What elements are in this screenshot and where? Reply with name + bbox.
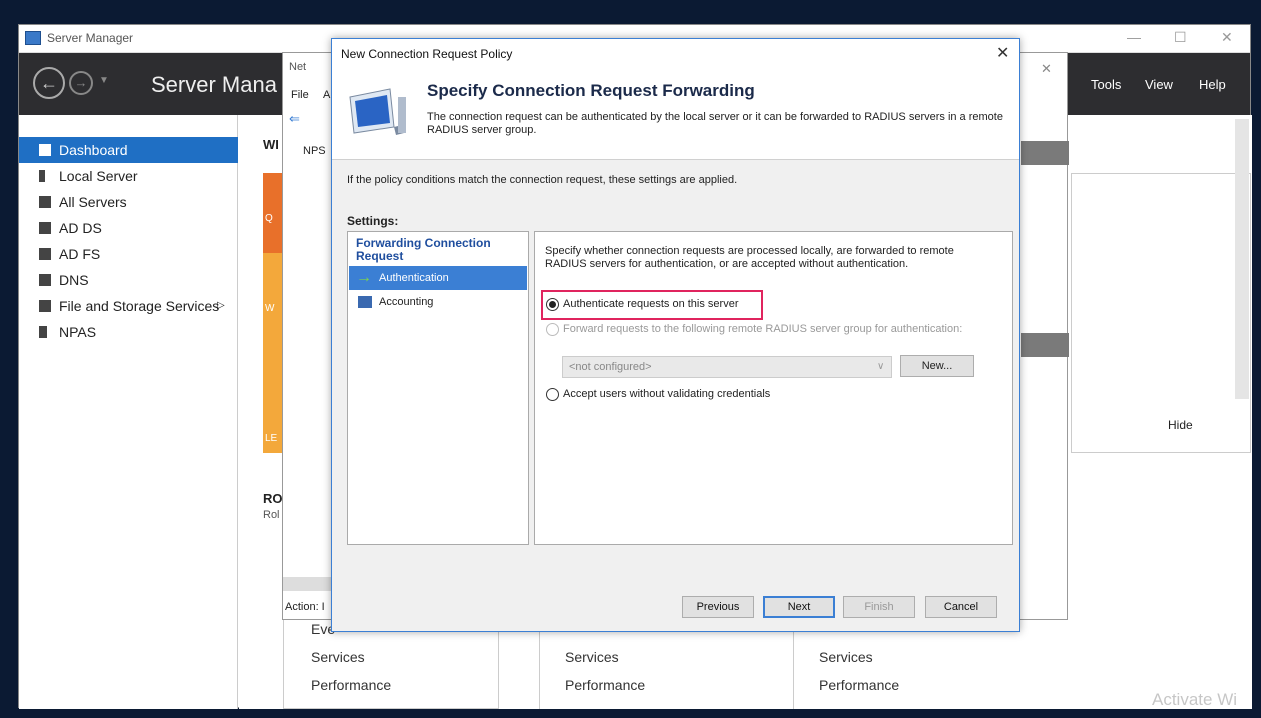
sidebar-item-label: File and Storage Services (59, 298, 220, 314)
hide-panel: Hide (1071, 173, 1251, 453)
nav-item-label: Authentication (379, 272, 449, 284)
sidebar-item-label: Dashboard (59, 142, 128, 158)
forwarding-heading: Forwarding Connection Request (356, 236, 491, 263)
ad-ds-icon (39, 222, 51, 234)
nav-item-accounting[interactable]: Accounting (349, 290, 527, 314)
nps-column-header-2 (1021, 333, 1069, 357)
authentication-description: Specify whether connection requests are … (545, 245, 954, 270)
sidebar-item-label: All Servers (59, 194, 127, 210)
npas-icon (39, 326, 47, 338)
forward-arrow-icon[interactable]: → (69, 71, 93, 95)
cancel-button[interactable]: Cancel (925, 596, 997, 618)
sidebar-item-label: AD FS (59, 246, 101, 262)
next-button[interactable]: Next (763, 596, 835, 618)
menu-help[interactable]: Help (1199, 77, 1226, 92)
policy-info-text: If the policy conditions match the conne… (347, 174, 738, 186)
previous-button[interactable]: Previous (682, 596, 754, 618)
roles-sub-fragment: Rol (263, 509, 280, 521)
nps-menu-action[interactable]: A (323, 89, 330, 101)
performance-link-2[interactable]: Performance (565, 677, 645, 693)
dialog-header: New Connection Request Policy ✕ Specify … (332, 39, 1019, 159)
activation-watermark: Activate Wi (1152, 690, 1238, 709)
sidebar-item-dns[interactable]: DNS (19, 267, 238, 293)
server-group-value: <not configured> (569, 361, 652, 373)
sidebar-item-label: DNS (59, 272, 89, 288)
services-link-3[interactable]: Services (819, 649, 873, 665)
nav-item-label: Accounting (379, 296, 434, 308)
services-link-2[interactable]: Services (565, 649, 619, 665)
ad-fs-icon (39, 248, 51, 260)
sidebar: Dashboard Local Server All Servers AD DS… (19, 115, 238, 709)
menu-view[interactable]: View (1145, 77, 1173, 92)
nps-column-header (1021, 141, 1069, 165)
maximize-icon[interactable]: ☐ (1174, 29, 1187, 46)
nav-item-authentication[interactable]: → Authentication (349, 266, 527, 290)
new-connection-request-policy-dialog: New Connection Request Policy ✕ Specify … (331, 38, 1020, 632)
dialog-close-icon[interactable]: ✕ (996, 43, 1009, 63)
radio-forward-requests[interactable] (546, 323, 559, 336)
computer-monitor-icon (349, 88, 406, 135)
menu-tools[interactable]: Tools (1091, 77, 1121, 92)
sidebar-item-label: AD DS (59, 220, 102, 236)
dialog-heading: Specify Connection Request Forwarding (427, 81, 755, 100)
sidebar-item-npas[interactable]: NPAS (19, 319, 238, 345)
server-manager-icon (25, 31, 41, 45)
header-divider (332, 159, 1019, 160)
hide-link[interactable]: Hide (1168, 418, 1193, 432)
services-link-1[interactable]: Services (311, 649, 365, 665)
sidebar-item-file-storage[interactable]: File and Storage Services ▷ (19, 293, 238, 319)
back-arrow-icon[interactable]: ← (33, 67, 65, 99)
roles-heading-fragment: RO (263, 491, 283, 506)
nps-tree-root[interactable]: NPS (303, 145, 326, 157)
performance-link-3[interactable]: Performance (819, 677, 899, 693)
dns-icon (39, 274, 51, 286)
finish-button[interactable]: Finish (843, 596, 915, 618)
settings-label: Settings: (347, 214, 399, 228)
new-server-group-button[interactable]: New... (900, 355, 974, 377)
whats-new-tile: W LE (263, 253, 283, 453)
chevron-right-icon: ▷ (217, 300, 225, 311)
radio-label-accept-without-validation[interactable]: Accept users without validating credenti… (563, 388, 770, 400)
sidebar-item-label: NPAS (59, 324, 97, 340)
sidebar-item-ad-fs[interactable]: AD FS (19, 241, 238, 267)
sidebar-item-dashboard[interactable]: Dashboard (19, 137, 238, 163)
file-storage-icon (39, 300, 51, 312)
sidebar-item-local-server[interactable]: Local Server (19, 163, 238, 189)
nps-close-icon[interactable]: ✕ (1041, 61, 1052, 77)
sidebar-item-all-servers[interactable]: All Servers (19, 189, 238, 215)
dialog-description: The connection request can be authentica… (427, 111, 1003, 136)
nps-status-action: Action: I (285, 601, 325, 613)
dialog-title: New Connection Request Policy (341, 47, 513, 61)
servers-icon (39, 196, 51, 208)
nps-hscrollbar[interactable] (283, 577, 333, 591)
nav-dropdown-icon[interactable]: ▼ (99, 75, 109, 86)
radio-label-authenticate-locally[interactable]: Authenticate requests on this server (563, 298, 738, 310)
main-scrollbar[interactable] (1235, 119, 1249, 399)
chevron-down-icon: ∨ (877, 361, 885, 372)
close-icon[interactable]: ✕ (1221, 29, 1233, 46)
server-icon (39, 170, 45, 182)
radio-label-forward-requests[interactable]: Forward requests to the following remote… (563, 323, 962, 335)
quick-start-tile: Q (263, 173, 283, 253)
accounting-icon (358, 296, 372, 308)
radius-server-group-select[interactable]: <not configured> ∨ (562, 356, 892, 378)
app-title: Server Mana (151, 72, 277, 97)
radio-accept-without-validation[interactable] (546, 388, 559, 401)
settings-nav-panel: Forwarding Connection Request → Authenti… (347, 231, 529, 545)
sidebar-item-label: Local Server (59, 168, 138, 184)
minimize-icon[interactable]: — (1127, 29, 1141, 45)
window-title: Server Manager (47, 31, 134, 45)
green-arrow-icon: → (356, 269, 372, 286)
performance-link-1[interactable]: Performance (311, 677, 391, 693)
dashboard-icon (39, 144, 51, 156)
nps-menu-file[interactable]: File (291, 89, 309, 101)
radio-authenticate-locally[interactable] (546, 298, 559, 311)
welcome-heading-fragment: WI (263, 137, 279, 152)
sidebar-item-ad-ds[interactable]: AD DS (19, 215, 238, 241)
nps-window-title: Net (289, 61, 307, 73)
authentication-settings-panel: Specify whether connection requests are … (534, 231, 1013, 545)
nps-back-icon[interactable]: ⇐ (289, 111, 300, 127)
